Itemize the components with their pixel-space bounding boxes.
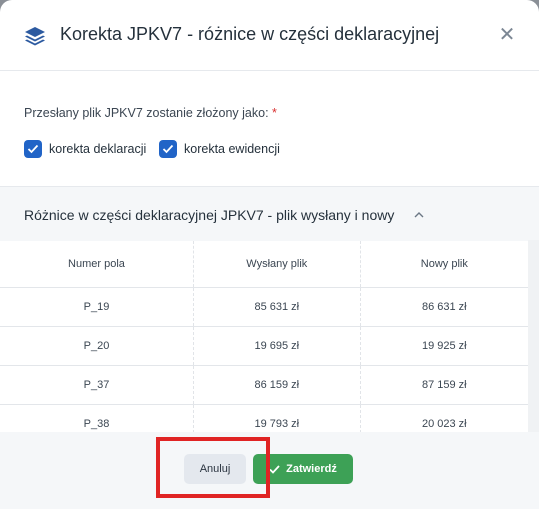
sent-value-cell: 19 695 zł [192,326,361,366]
cancel-button-label: Anuluj [199,463,231,475]
dialog-title: Korekta JPKV7 - różnice w części deklara… [60,24,440,44]
column-header: Wysłany plik [192,241,361,288]
table-row: P_37 86 159 zł 87 159 zł [0,365,528,405]
check-icon [269,464,280,474]
sent-value-cell: 85 631 zł [192,287,361,327]
new-value-cell: 19 925 zł [359,326,528,366]
table-row: P_19 85 631 zł 86 631 zł [0,287,528,327]
section-title[interactable]: Różnice w części deklaracyjnej JPKV7 - p… [24,207,394,223]
new-value-cell: 87 159 zł [359,365,528,405]
table-header-row: Numer pola Wysłany plik Nowy plik [0,241,528,288]
field-number-cell: P_37 [0,365,194,405]
checkbox-label: korekta deklaracji [49,142,147,156]
form-prompt: Przesłany plik JPKV7 zostanie złożony ja… [24,106,277,120]
checkbox-checked-icon[interactable] [159,140,177,158]
scrollbar[interactable] [528,240,539,432]
dialog-header: Korekta JPKV7 - różnice w części deklara… [0,0,539,71]
differences-table: Numer pola Wysłany plik Nowy plik P_19 8… [0,241,528,444]
checkbox-checked-icon[interactable] [24,140,42,158]
chevron-up-icon[interactable] [414,211,424,219]
differences-section: Różnice w części deklaracyjnej JPKV7 - p… [0,186,539,444]
close-icon[interactable]: ✕ [497,25,517,45]
checkbox-korekta-ewidencji[interactable]: korekta ewidencji [159,139,280,159]
layers-icon [25,27,45,46]
confirm-button[interactable]: Zatwierdź [253,454,353,484]
table-row: P_20 19 695 zł 19 925 zł [0,326,528,366]
sent-value-cell: 86 159 zł [192,365,361,405]
column-header: Nowy plik [359,241,528,288]
column-header: Numer pola [0,241,194,288]
confirm-button-label: Zatwierdź [286,463,337,475]
checkbox-korekta-deklaracji[interactable]: korekta deklaracji [24,139,146,159]
cancel-button[interactable]: Anuluj [184,454,246,484]
new-value-cell: 86 631 zł [359,287,528,327]
field-number-cell: P_20 [0,326,194,366]
required-mark: * [272,106,277,120]
prompt-text: Przesłany plik JPKV7 zostanie złożony ja… [24,106,269,120]
checkbox-label: korekta ewidencji [184,142,280,156]
field-number-cell: P_19 [0,287,194,327]
korekta-dialog: Korekta JPKV7 - różnice w części deklara… [0,0,539,509]
